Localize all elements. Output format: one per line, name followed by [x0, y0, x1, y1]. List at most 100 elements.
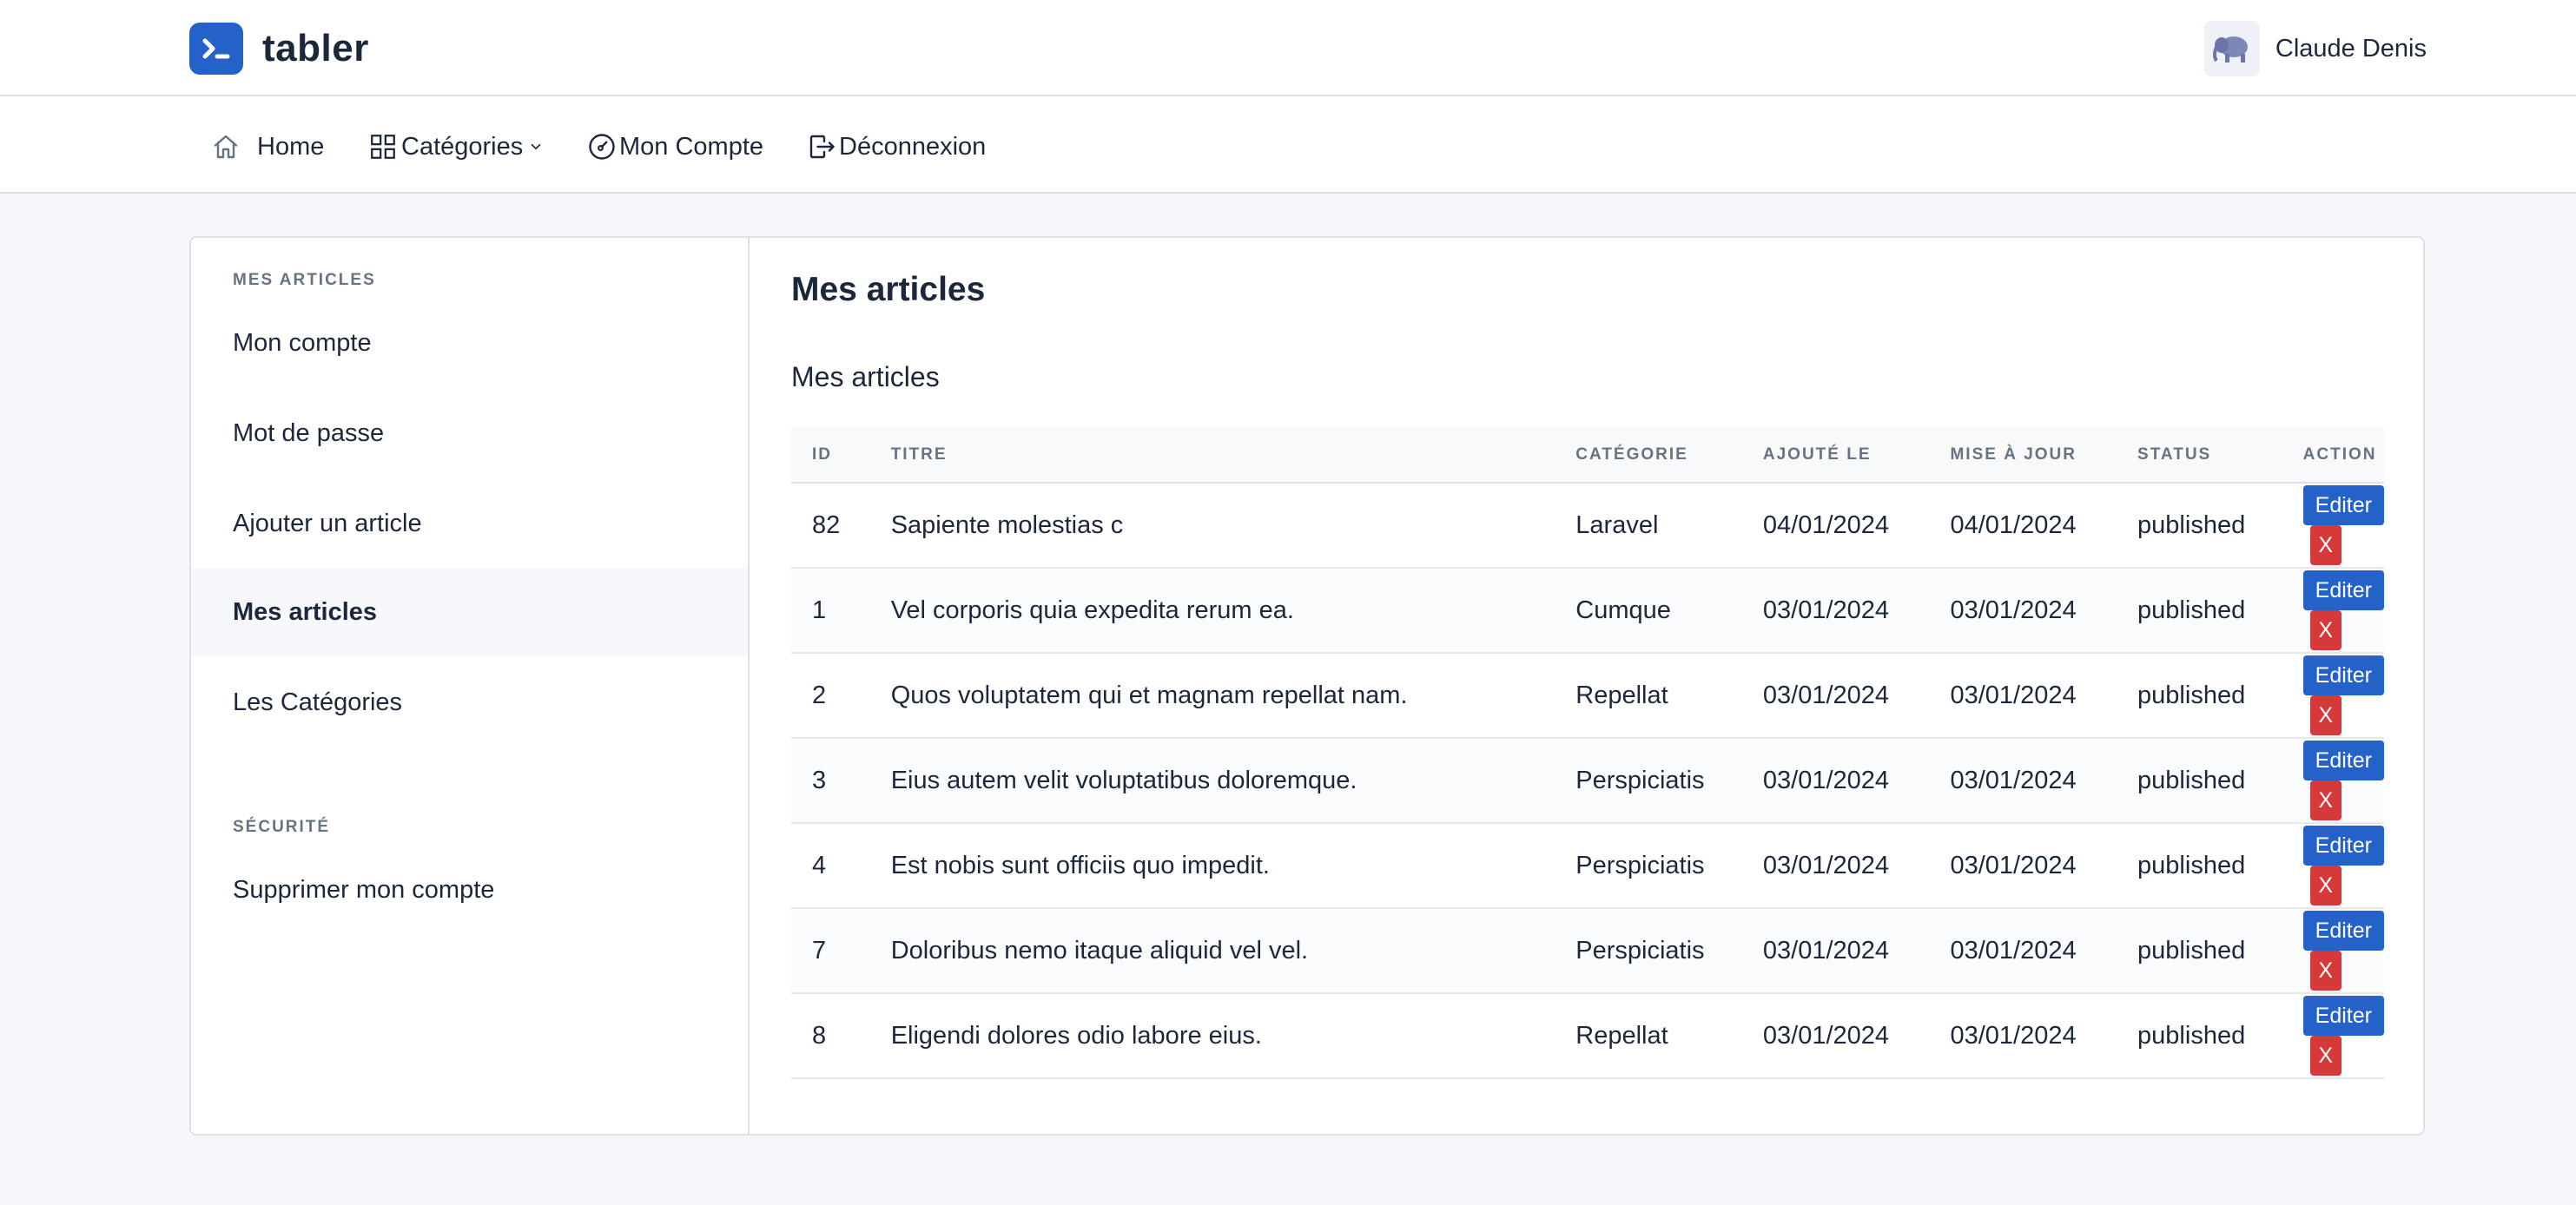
nav-home-label: Home: [257, 132, 325, 161]
brand-logo[interactable]: tabler: [189, 23, 369, 75]
section-title: Mes articles: [791, 361, 940, 392]
article-status[interactable]: published: [2117, 483, 2282, 569]
article-actions: EditerX: [2282, 738, 2384, 824]
sidebar-item-ajouter-article[interactable]: Ajouter un article: [191, 479, 748, 568]
sidebar-heading-security: SÉCURITÉ: [233, 818, 331, 836]
brand-name: tabler: [262, 27, 369, 69]
article-status[interactable]: published: [2117, 653, 2282, 739]
edit-button[interactable]: Editer: [2302, 485, 2384, 525]
delete-button[interactable]: X: [2309, 866, 2342, 905]
logout-icon: [809, 135, 835, 159]
article-title: Eligendi dolores odio labore eius.: [869, 993, 1556, 1079]
article-actions: EditerX: [2282, 823, 2384, 909]
article-id-link[interactable]: 7: [791, 908, 870, 994]
elephant-icon: [2212, 36, 2248, 63]
column-header: TITRE: [869, 427, 1556, 484]
article-id-link[interactable]: 82: [791, 483, 870, 569]
article-added-date: 03/01/2024: [1741, 568, 1930, 654]
terminal-icon: [189, 23, 243, 75]
nav-account-label: Mon Compte: [619, 132, 764, 161]
article-actions: EditerX: [2282, 908, 2384, 994]
article-category-link[interactable]: Perspiciatis: [1555, 738, 1742, 824]
delete-button[interactable]: X: [2309, 695, 2342, 735]
article-category-link[interactable]: Cumque: [1555, 568, 1742, 654]
article-updated-date: 03/01/2024: [1929, 568, 2117, 654]
table-header: ID TITRE CATÉGORIE AJOUTÉ LE MISE À JOUR…: [791, 427, 2384, 484]
sidebar-item-mot-de-passe[interactable]: Mot de passe: [191, 389, 748, 477]
main-content: Mes articles Mes articles ID TITRE CATÉG…: [750, 238, 2423, 1134]
article-actions: EditerX: [2282, 568, 2384, 654]
table-row: 3 Eius autem velit voluptatibus doloremq…: [791, 738, 2384, 824]
article-id-link[interactable]: 8: [791, 993, 870, 1079]
chevron-down-icon: [531, 143, 541, 150]
sidebar-heading-articles: MES ARTICLES: [233, 271, 376, 289]
delete-button[interactable]: X: [2309, 525, 2342, 565]
article-status[interactable]: published: [2117, 908, 2282, 994]
account-sidebar: MES ARTICLES Mon compte Mot de passe Ajo…: [191, 238, 750, 1134]
table-row: 2 Quos voluptatem qui et magnam repellat…: [791, 653, 2384, 739]
edit-button[interactable]: Editer: [2302, 996, 2384, 1036]
sidebar-item-mes-articles[interactable]: Mes articles: [191, 568, 748, 656]
articles-table: ID TITRE CATÉGORIE AJOUTÉ LE MISE À JOUR…: [791, 427, 2384, 1079]
article-updated-date: 03/01/2024: [1929, 823, 2117, 909]
sidebar-item-mon-compte[interactable]: Mon compte: [191, 299, 748, 387]
article-category-link[interactable]: Laravel: [1555, 483, 1742, 569]
article-actions: EditerX: [2282, 483, 2384, 569]
article-id-link[interactable]: 1: [791, 568, 870, 654]
nav-home[interactable]: Home: [210, 129, 324, 164]
article-title: Quos voluptatem qui et magnam repellat n…: [869, 653, 1556, 739]
user-menu[interactable]: Claude Denis: [2203, 21, 2427, 76]
nav-categories[interactable]: Catégories: [368, 129, 544, 164]
article-updated-date: 03/01/2024: [1929, 653, 2117, 739]
edit-button[interactable]: Editer: [2302, 570, 2384, 610]
article-status[interactable]: published: [2117, 823, 2282, 909]
article-added-date: 03/01/2024: [1741, 653, 1930, 739]
grid-icon: [371, 135, 395, 159]
article-added-date: 03/01/2024: [1741, 993, 1930, 1079]
article-id-link[interactable]: 4: [791, 823, 870, 909]
article-category-link[interactable]: Perspiciatis: [1555, 908, 1742, 994]
article-category-link[interactable]: Repellat: [1555, 653, 1742, 739]
article-category-link[interactable]: Perspiciatis: [1555, 823, 1742, 909]
delete-button[interactable]: X: [2309, 1036, 2342, 1076]
sidebar-item-delete-account[interactable]: Supprimer mon compte: [191, 846, 748, 934]
article-added-date: 03/01/2024: [1741, 738, 1930, 824]
article-updated-date: 03/01/2024: [1929, 738, 2117, 824]
delete-button[interactable]: X: [2309, 610, 2342, 650]
article-status[interactable]: published: [2117, 738, 2282, 824]
sidebar-item-categories[interactable]: Les Catégories: [191, 658, 748, 747]
table-row: 4 Est nobis sunt officiis quo impedit. P…: [791, 823, 2384, 909]
edit-button[interactable]: Editer: [2302, 741, 2384, 780]
article-updated-date: 04/01/2024: [1929, 483, 2117, 569]
nav-account[interactable]: Mon Compte: [586, 129, 763, 164]
article-actions: EditerX: [2282, 993, 2384, 1079]
column-header: AJOUTÉ LE: [1741, 427, 1930, 484]
nav-logout-label: Déconnexion: [839, 132, 987, 161]
main-nav: Home Catégories Mon Compte Déconnexion: [0, 96, 2576, 194]
article-updated-date: 03/01/2024: [1929, 993, 2117, 1079]
column-header: MISE À JOUR: [1929, 427, 2117, 484]
table-row: 1 Vel corporis quia expedita rerum ea. C…: [791, 568, 2384, 654]
nav-logout[interactable]: Déconnexion: [806, 129, 986, 164]
nav-categories-label: Catégories: [401, 132, 524, 161]
table-row: 8 Eligendi dolores odio labore eius. Rep…: [791, 993, 2384, 1079]
article-id-link[interactable]: 3: [791, 738, 870, 824]
article-status[interactable]: published: [2117, 568, 2282, 654]
delete-button[interactable]: X: [2309, 951, 2342, 991]
article-category-link[interactable]: Repellat: [1555, 993, 1742, 1079]
article-id-link[interactable]: 2: [791, 653, 870, 739]
article-status[interactable]: published: [2117, 993, 2282, 1079]
column-header: STATUS: [2117, 427, 2282, 484]
dashboard-icon: [589, 134, 615, 160]
column-header: CATÉGORIE: [1555, 427, 1742, 484]
article-title: Sapiente molestias c: [869, 483, 1556, 569]
article-added-date: 03/01/2024: [1741, 823, 1930, 909]
home-icon: [214, 135, 238, 159]
article-title: Vel corporis quia expedita rerum ea.: [869, 568, 1556, 654]
article-updated-date: 03/01/2024: [1929, 908, 2117, 994]
edit-button[interactable]: Editer: [2302, 911, 2384, 951]
top-bar: tabler Claude Denis: [0, 0, 2576, 96]
edit-button[interactable]: Editer: [2302, 655, 2384, 695]
edit-button[interactable]: Editer: [2302, 826, 2384, 866]
delete-button[interactable]: X: [2309, 780, 2342, 820]
